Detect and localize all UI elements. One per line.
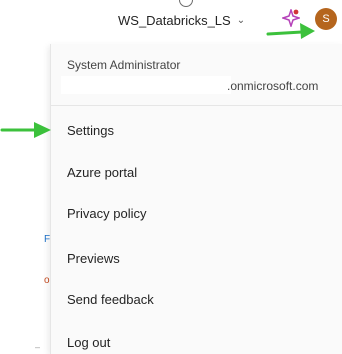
notification-dot — [293, 9, 299, 15]
background-text-fragment: o — [44, 275, 50, 286]
menu-item-previews[interactable]: Previews — [67, 251, 120, 266]
menu-item-privacy-policy[interactable]: Privacy policy — [67, 206, 146, 221]
avatar[interactable]: S — [315, 8, 337, 30]
arrow-to-avatar — [266, 23, 315, 39]
account-menu: System Administrator .onmicrosoft.com Se… — [50, 44, 342, 354]
circle-icon — [179, 0, 193, 7]
background-text-fragment: – — [35, 342, 41, 352]
email-redaction — [61, 76, 231, 94]
menu-item-azure-portal[interactable]: Azure portal — [67, 165, 137, 180]
menu-item-send-feedback[interactable]: Send feedback — [67, 292, 154, 307]
user-role: System Administrator — [67, 58, 181, 72]
background-page — [0, 44, 48, 348]
chevron-down-icon: ⌄ — [236, 14, 246, 26]
user-email: .onmicrosoft.com — [227, 79, 319, 93]
workspace-switcher[interactable]: WS_Databricks_LS ⌄ — [118, 10, 245, 30]
menu-divider — [51, 105, 342, 106]
workspace-name: WS_Databricks_LS — [118, 12, 231, 28]
menu-item-settings[interactable]: Settings — [67, 123, 114, 138]
avatar-initial: S — [322, 13, 330, 25]
arrow-to-settings — [0, 122, 51, 138]
